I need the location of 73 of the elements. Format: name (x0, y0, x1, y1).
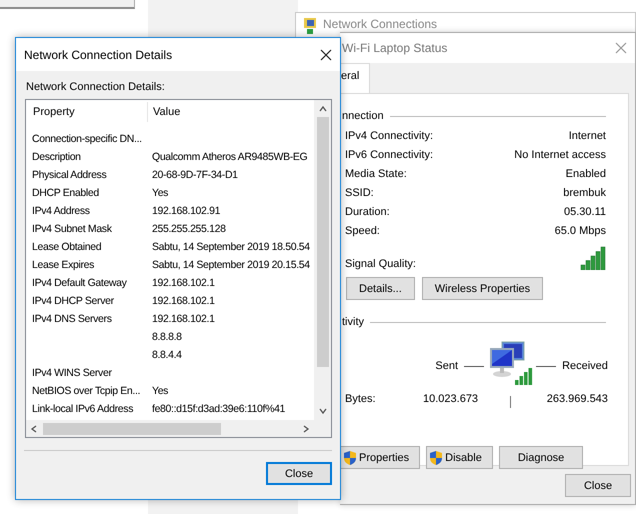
property-cell: Physical Address (32, 169, 106, 181)
value-cell: Yes (152, 385, 168, 397)
property-cell: IPv4 DNS Servers (32, 313, 112, 325)
column-header[interactable]: Value (152, 106, 180, 118)
property-cell: IPv4 Subnet Mask (32, 223, 112, 235)
property-cell: DHCP Enabled (32, 187, 99, 199)
field-value: 05.30.11 (564, 206, 606, 218)
field-label: SSID: (345, 186, 374, 198)
value-cell: Yes (152, 187, 168, 199)
field-value: brembuk (563, 186, 606, 198)
field-label: Signal Quality: (345, 258, 416, 270)
scroll-down-icon[interactable] (318, 406, 328, 416)
value-cell: Qualcomm Atheros AR9485WB-EG (152, 151, 308, 163)
dialog-button[interactable]: Details... (346, 277, 415, 300)
tab[interactable]: eral (340, 63, 370, 93)
property-cell: Connection-specific DN... (32, 133, 142, 145)
value-cell: 255.255.255.128 (152, 223, 226, 235)
received-label: Received (562, 360, 608, 372)
property-cell: IPv4 WINS Server (32, 367, 112, 379)
scrollbar-thumb[interactable] (43, 422, 221, 434)
dialog-button[interactable]: Properties (340, 446, 420, 469)
scroll-left-icon[interactable] (29, 424, 39, 434)
network-icon (302, 17, 318, 35)
value-cell: 20-68-9D-7F-34-D1 (152, 169, 238, 181)
field-value: Enabled (566, 168, 606, 180)
scroll-right-icon[interactable] (301, 424, 311, 434)
sent-label: Sent (435, 360, 458, 372)
shield-icon (429, 450, 444, 466)
field-label: IPv6 Connectivity: (345, 148, 434, 160)
dialog-button[interactable]: Wireless Properties (422, 277, 544, 300)
shield-icon (343, 450, 357, 466)
value-cell: 8.8.4.4 (152, 349, 182, 361)
field-value: No Internet access (514, 148, 606, 160)
property-cell: Description (32, 151, 81, 163)
column-header[interactable]: Property (32, 106, 75, 118)
value-cell: fe80::d15f:d3ad:39e6:110f%41 (152, 403, 286, 415)
value-cell: Sabtu, 14 September 2019 18.50.54 (152, 241, 310, 253)
field-label: IPv4 Connectivity: (345, 130, 434, 142)
value-cell: Sabtu, 14 September 2019 20.15.54 (152, 259, 310, 271)
close-icon[interactable] (320, 48, 332, 60)
scrollbar-thumb[interactable] (316, 117, 328, 367)
scroll-up-icon[interactable] (318, 104, 328, 114)
field-label: Bytes: (345, 393, 377, 405)
field-value: 65.0 Mbps (554, 224, 606, 236)
dialog-button[interactable]: Disable (426, 446, 493, 469)
group-heading: nnection (342, 110, 384, 122)
field-value: Internet (568, 130, 606, 142)
field-label: Duration: (345, 206, 390, 218)
list-caption: Network Connection Details: (26, 81, 166, 93)
property-cell: Lease Expires (32, 259, 94, 271)
signal-bars-icon (580, 246, 606, 270)
received-bytes: 263.969.543 (546, 393, 608, 405)
close-button[interactable]: Close (266, 462, 332, 485)
property-cell: IPv4 Default Gateway (32, 277, 127, 289)
field-label: Speed: (345, 224, 380, 236)
property-cell: IPv4 Address (32, 205, 90, 217)
property-cell: Link-local IPv6 Address (32, 403, 134, 415)
value-cell: 192.168.102.1 (152, 295, 215, 307)
window-title: Network Connections (323, 17, 438, 31)
field-label: Media State: (345, 168, 407, 180)
property-cell: NetBIOS over Tcpip En... (32, 385, 140, 397)
property-cell: Lease Obtained (32, 241, 102, 253)
sent-bytes: 10.023.673 (423, 393, 478, 405)
value-cell: 192.168.102.1 (152, 277, 215, 289)
property-cell: IPv4 DHCP Server (32, 295, 114, 307)
value-cell: 192.168.102.91 (152, 205, 220, 217)
window-title: Wi-Fi Laptop Status (342, 41, 448, 55)
window-title: Network Connection Details (24, 48, 172, 62)
value-cell: 8.8.8.8 (152, 331, 182, 343)
dialog-button[interactable]: Diagnose (498, 446, 584, 469)
close-button[interactable]: Close (565, 474, 631, 497)
group-heading: tivity (342, 316, 364, 328)
value-cell: 192.168.102.1 (152, 313, 215, 325)
